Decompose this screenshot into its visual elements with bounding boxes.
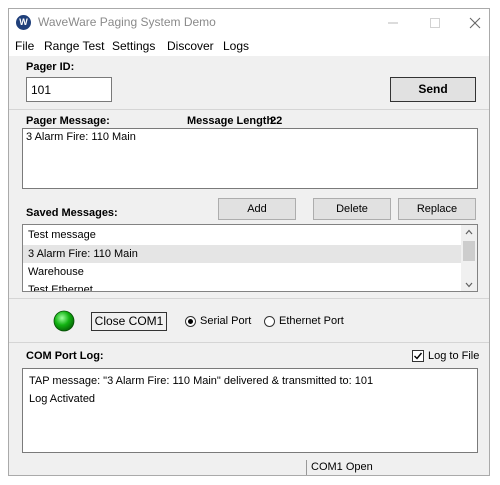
close-com-button-label: Close COM1 <box>94 314 164 328</box>
scroll-up-icon[interactable] <box>465 229 473 235</box>
list-item[interactable]: Warehouse <box>23 263 466 281</box>
status-text: COM1 Open <box>311 461 373 473</box>
log-line: Log Activated <box>29 393 96 405</box>
serial-port-radio[interactable] <box>185 316 196 327</box>
message-length-value: 22 <box>270 115 283 127</box>
connection-status-indicator-icon <box>53 310 75 332</box>
list-scrollbar[interactable] <box>461 225 477 291</box>
pager-message-label: Pager Message: <box>26 115 110 127</box>
list-item[interactable]: Test message <box>23 226 466 244</box>
maximize-icon <box>430 18 440 28</box>
wave-logo-icon: W <box>16 15 31 30</box>
menu-logs[interactable]: Logs <box>223 39 249 53</box>
close-window-button[interactable] <box>455 11 489 33</box>
delete-button-label: Delete <box>336 203 368 215</box>
log-to-file-label[interactable]: Log to File <box>428 350 479 362</box>
menu-discover[interactable]: Discover <box>167 39 214 53</box>
pager-id-input[interactable] <box>26 77 112 102</box>
divider <box>9 342 489 343</box>
pager-message-input[interactable]: 3 Alarm Fire: 110 Main <box>22 128 478 189</box>
window-title: WaveWare Paging System Demo <box>38 15 216 29</box>
ethernet-port-radio[interactable] <box>264 316 275 327</box>
divider <box>9 109 489 110</box>
close-com-button[interactable]: Close COM1 <box>91 312 167 331</box>
serial-port-label[interactable]: Serial Port <box>200 315 251 327</box>
list-item[interactable]: Test Ethernet <box>23 281 466 291</box>
menu-bar: File Range Test Settings Discover Logs <box>9 36 489 56</box>
menu-settings[interactable]: Settings <box>112 39 155 53</box>
scroll-down-icon[interactable] <box>465 282 473 288</box>
minimize-button[interactable] <box>373 11 413 33</box>
scroll-thumb[interactable] <box>463 241 475 261</box>
menu-file[interactable]: File <box>15 39 34 53</box>
status-bar: COM1 Open <box>9 460 489 475</box>
title-bar[interactable]: W WaveWare Paging System Demo <box>9 9 489 36</box>
pager-id-label: Pager ID: <box>26 61 75 73</box>
maximize-button[interactable] <box>415 11 455 33</box>
checkmark-icon <box>414 352 423 360</box>
saved-messages-label: Saved Messages: <box>26 207 118 219</box>
replace-button[interactable]: Replace <box>398 198 476 220</box>
com-port-log[interactable]: TAP message: "3 Alarm Fire: 110 Main" de… <box>22 368 478 453</box>
message-length-label: Message Length: <box>187 115 277 127</box>
ethernet-port-label[interactable]: Ethernet Port <box>279 315 344 327</box>
saved-messages-list[interactable]: Test message 3 Alarm Fire: 110 Main Ware… <box>22 224 478 292</box>
menu-range-test[interactable]: Range Test <box>44 39 105 53</box>
log-line: TAP message: "3 Alarm Fire: 110 Main" de… <box>29 375 374 387</box>
status-divider <box>306 460 307 475</box>
minimize-icon <box>388 22 398 24</box>
close-icon <box>469 17 481 29</box>
send-button-label: Send <box>418 82 448 96</box>
add-button-label: Add <box>247 203 267 215</box>
delete-button[interactable]: Delete <box>313 198 391 220</box>
add-button[interactable]: Add <box>218 198 296 220</box>
com-port-log-label: COM Port Log: <box>26 350 104 362</box>
list-item-selected[interactable]: 3 Alarm Fire: 110 Main <box>23 245 466 263</box>
send-button[interactable]: Send <box>390 77 476 102</box>
app-window: W WaveWare Paging System Demo File Range… <box>8 8 490 476</box>
divider <box>9 298 489 299</box>
replace-button-label: Replace <box>416 203 458 215</box>
log-to-file-checkbox[interactable] <box>412 350 424 362</box>
